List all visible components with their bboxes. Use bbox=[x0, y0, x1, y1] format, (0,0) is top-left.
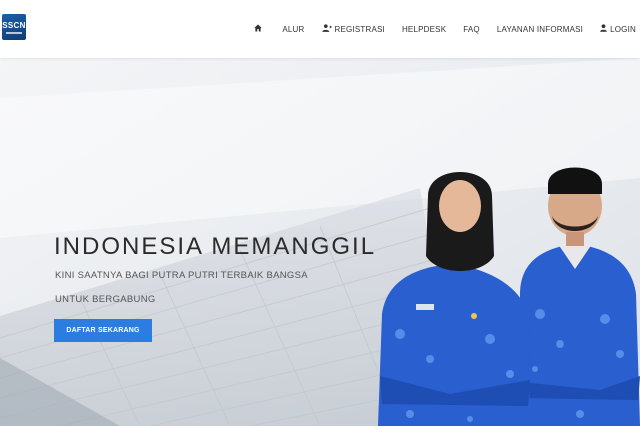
nav-helpdesk-label: HELPDESK bbox=[401, 24, 447, 34]
sscn-logo[interactable]: SSCN bbox=[2, 14, 26, 40]
woman-figure bbox=[378, 172, 530, 426]
logo-text: SSCN bbox=[2, 20, 26, 30]
nav-faq-label: FAQ bbox=[463, 24, 480, 34]
nav-helpdesk[interactable]: HELPDESK bbox=[402, 25, 446, 34]
hero-title: INDONESIA MEMANGGIL bbox=[54, 233, 377, 260]
main-nav: ALUR REGISTRASI HELPDESK FAQ LAYANAN INF… bbox=[237, 0, 636, 58]
nav-registrasi-label: REGISTRASI bbox=[334, 24, 385, 34]
nav-faq[interactable]: FAQ bbox=[463, 25, 480, 34]
home-icon bbox=[254, 24, 263, 34]
hero-subtitle-line1: KINI SAATNYA BAGI PUTRA PUTRI TERBAIK BA… bbox=[55, 270, 308, 281]
nav-layanan-informasi[interactable]: LAYANAN INFORMASI bbox=[497, 25, 583, 34]
man-figure bbox=[520, 167, 640, 426]
nav-layanan-informasi-label: LAYANAN INFORMASI bbox=[496, 24, 584, 34]
nav-login[interactable]: LOGIN bbox=[600, 24, 636, 34]
nav-home[interactable] bbox=[254, 24, 265, 34]
nav-alur[interactable]: ALUR bbox=[282, 25, 304, 34]
user-icon bbox=[600, 24, 607, 34]
user-plus-icon bbox=[321, 24, 332, 34]
logo-underline bbox=[6, 31, 22, 34]
hero-subtitle-line2: UNTUK BERGABUNG bbox=[55, 294, 156, 305]
nav-login-label: LOGIN bbox=[610, 24, 636, 34]
daftar-sekarang-button[interactable]: DAFTAR SEKARANG bbox=[54, 319, 152, 342]
nav-alur-label: ALUR bbox=[282, 24, 305, 34]
navbar: SSCN ALUR REGISTRASI HELPDESK FAQ LAYANA… bbox=[0, 0, 640, 58]
hero-section: INDONESIA MEMANGGIL KINI SAATNYA BAGI PU… bbox=[0, 58, 640, 426]
nav-registrasi[interactable]: REGISTRASI bbox=[321, 24, 385, 34]
hero-people-photo bbox=[378, 167, 640, 426]
